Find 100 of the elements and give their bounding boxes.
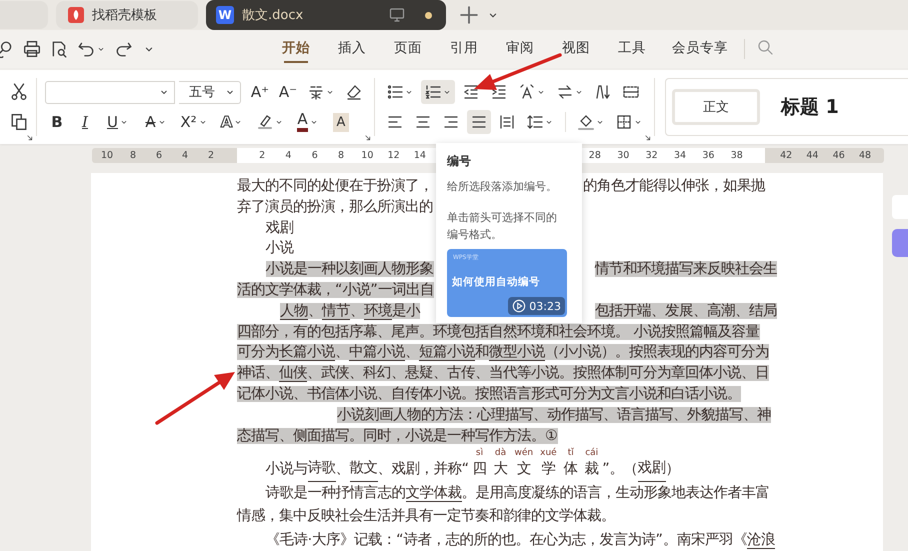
superscript-button[interactable]: X² [177,110,211,134]
numbering-icon [424,84,440,100]
body-text: 诗歌是一种抒情言志的 [266,484,406,501]
body-text: 、 [335,344,349,360]
body-text: 可分为 [237,344,279,360]
body-text: 神话、 [237,365,279,382]
linked-term: 散文 [350,457,378,482]
undo-button[interactable] [77,40,106,58]
justify-button[interactable] [467,110,491,134]
italic-button[interactable]: I [73,110,97,134]
strikethrough-button[interactable]: A [139,110,173,134]
body-text: 小说与 [266,461,308,480]
linked-term: 情节 [322,302,350,320]
ruler-number: 6 [310,150,319,161]
body-text: ） [666,460,680,480]
ruler-number: 30 [616,150,630,161]
body-text: 弃了演员的扮演，那么所演出的 [237,198,433,215]
outdent-icon [463,84,479,100]
acenter-icon [415,114,431,130]
tooltip-hint: 单击箭头可选择不同的编号格式。 [447,210,558,243]
menu-tab[interactable]: 引用 [436,33,492,65]
expand-corner-icon[interactable] [643,133,652,142]
linked-term: 文学体裁 [406,484,462,502]
grow-font-button[interactable]: A⁺ [248,80,272,104]
browser-tab[interactable]: W 散文.docx [206,0,446,30]
body-text: 、 [308,302,322,319]
body-text: 、武侠、科幻、悬疑、古传、当代等小说。按照体制可分为章回体小说、日 [307,365,769,382]
font-name-field[interactable] [45,80,175,104]
ruler-number: 34 [672,150,688,161]
bold-button[interactable]: B [45,110,69,134]
ruler-number: 2 [206,150,216,161]
textdir-icon [518,84,534,100]
text-effect-button[interactable]: A [215,110,249,134]
ajust-icon [471,114,487,130]
ruler-number: 48 [858,150,872,161]
undo-icon [77,40,95,58]
style-option[interactable]: 标题 1 [774,87,846,127]
scissors-icon[interactable] [10,83,28,101]
body-text: 情节和环境描写来反映社会生 [595,261,777,278]
menu-tab[interactable]: 审阅 [492,33,548,65]
ruler-number: 4 [284,150,292,161]
linked-term: 仙侠 [279,365,307,382]
body-text: 记体小说、书信体小说、自传体小说。按照语言形式可分为文言小说和白话小说。 [237,386,741,402]
numbering-button[interactable] [421,80,455,104]
highlighter-icon [256,114,272,130]
adist-icon [499,114,515,130]
sort-icon [595,84,611,100]
tooltip-title: 编号 [447,153,472,170]
play-icon [512,299,526,313]
font-size-field[interactable]: 五号 [179,80,241,104]
body-text: 学 [541,460,556,480]
linked-term: 沧浪 [746,532,775,549]
menu-tab[interactable]: 工具 [604,33,660,65]
linked-term: 短篇小说 [419,344,475,362]
new-tab-icon[interactable] [460,6,478,24]
body-text: ”。（ [602,461,638,480]
pinyin-text: dà [494,448,506,458]
browser-tab[interactable]: 找稻壳模板 [56,1,198,29]
body-text: 、戏剧，并称“ [378,460,470,480]
linked-term: 微型小说 [489,344,545,362]
ruler-number: 32 [644,150,659,161]
menu-tab[interactable]: 页面 [380,33,436,65]
linked-term: 环境 [364,302,392,320]
monitor-icon[interactable] [389,7,405,23]
print-preview-icon[interactable] [50,40,68,58]
ruler-number: 12 [386,150,401,161]
redo-icon[interactable] [115,40,133,58]
body-text: 四部分，有的包括序幕、尾声。环境包括自然环境和社会环境。 小说按照篇幅及容量 [237,324,760,340]
ruler-number: 8 [337,150,346,161]
swap-icon [556,84,572,100]
body-text: 大 [494,460,508,480]
pinyin-text: cái [585,448,598,458]
copy-icon[interactable] [10,113,28,131]
body-text: 小说刻画人物的方法：心理描写、动作描写、语言描写、外貌描写、神 [337,406,772,423]
menu-tab[interactable]: 视图 [548,33,604,65]
menu-tab[interactable]: 会员专享 [660,33,740,65]
body-text: 小说是一种以刻画人物形象 [266,261,434,278]
body-text: 裁 [584,460,599,480]
linked-term: 诗歌 [308,457,336,482]
video-duration-badge: 03:23 [508,297,565,315]
menu-tab[interactable]: 插入 [324,33,380,65]
underline-button[interactable]: U [101,110,135,134]
expand-corner-icon[interactable] [25,133,34,142]
body-text: 最大的不同的处便在于扮演了， [237,178,433,194]
expand-corner-icon[interactable] [363,133,372,142]
ruler-number: 10 [360,150,374,161]
fill-icon [578,114,594,130]
body-text: 、 [405,344,419,360]
ruler-number: 42 [779,150,794,161]
body-text: （小小说）。按照表现的内容可分为 [545,344,769,360]
shrink-font-button[interactable]: A⁻ [276,80,300,104]
body-text: 的角色才能得以伸张，如果抛 [583,178,765,194]
ruler-number: 44 [805,150,820,161]
body-text: 包括开端、发展、高潮、结局 [595,302,777,319]
aright-icon [443,114,459,130]
font-color-button[interactable]: A [291,110,325,134]
print-icon[interactable] [23,40,41,58]
style-option[interactable]: 正文 [672,89,760,125]
pinyin-text: wén [514,448,534,458]
body-text: 、 [350,302,364,319]
